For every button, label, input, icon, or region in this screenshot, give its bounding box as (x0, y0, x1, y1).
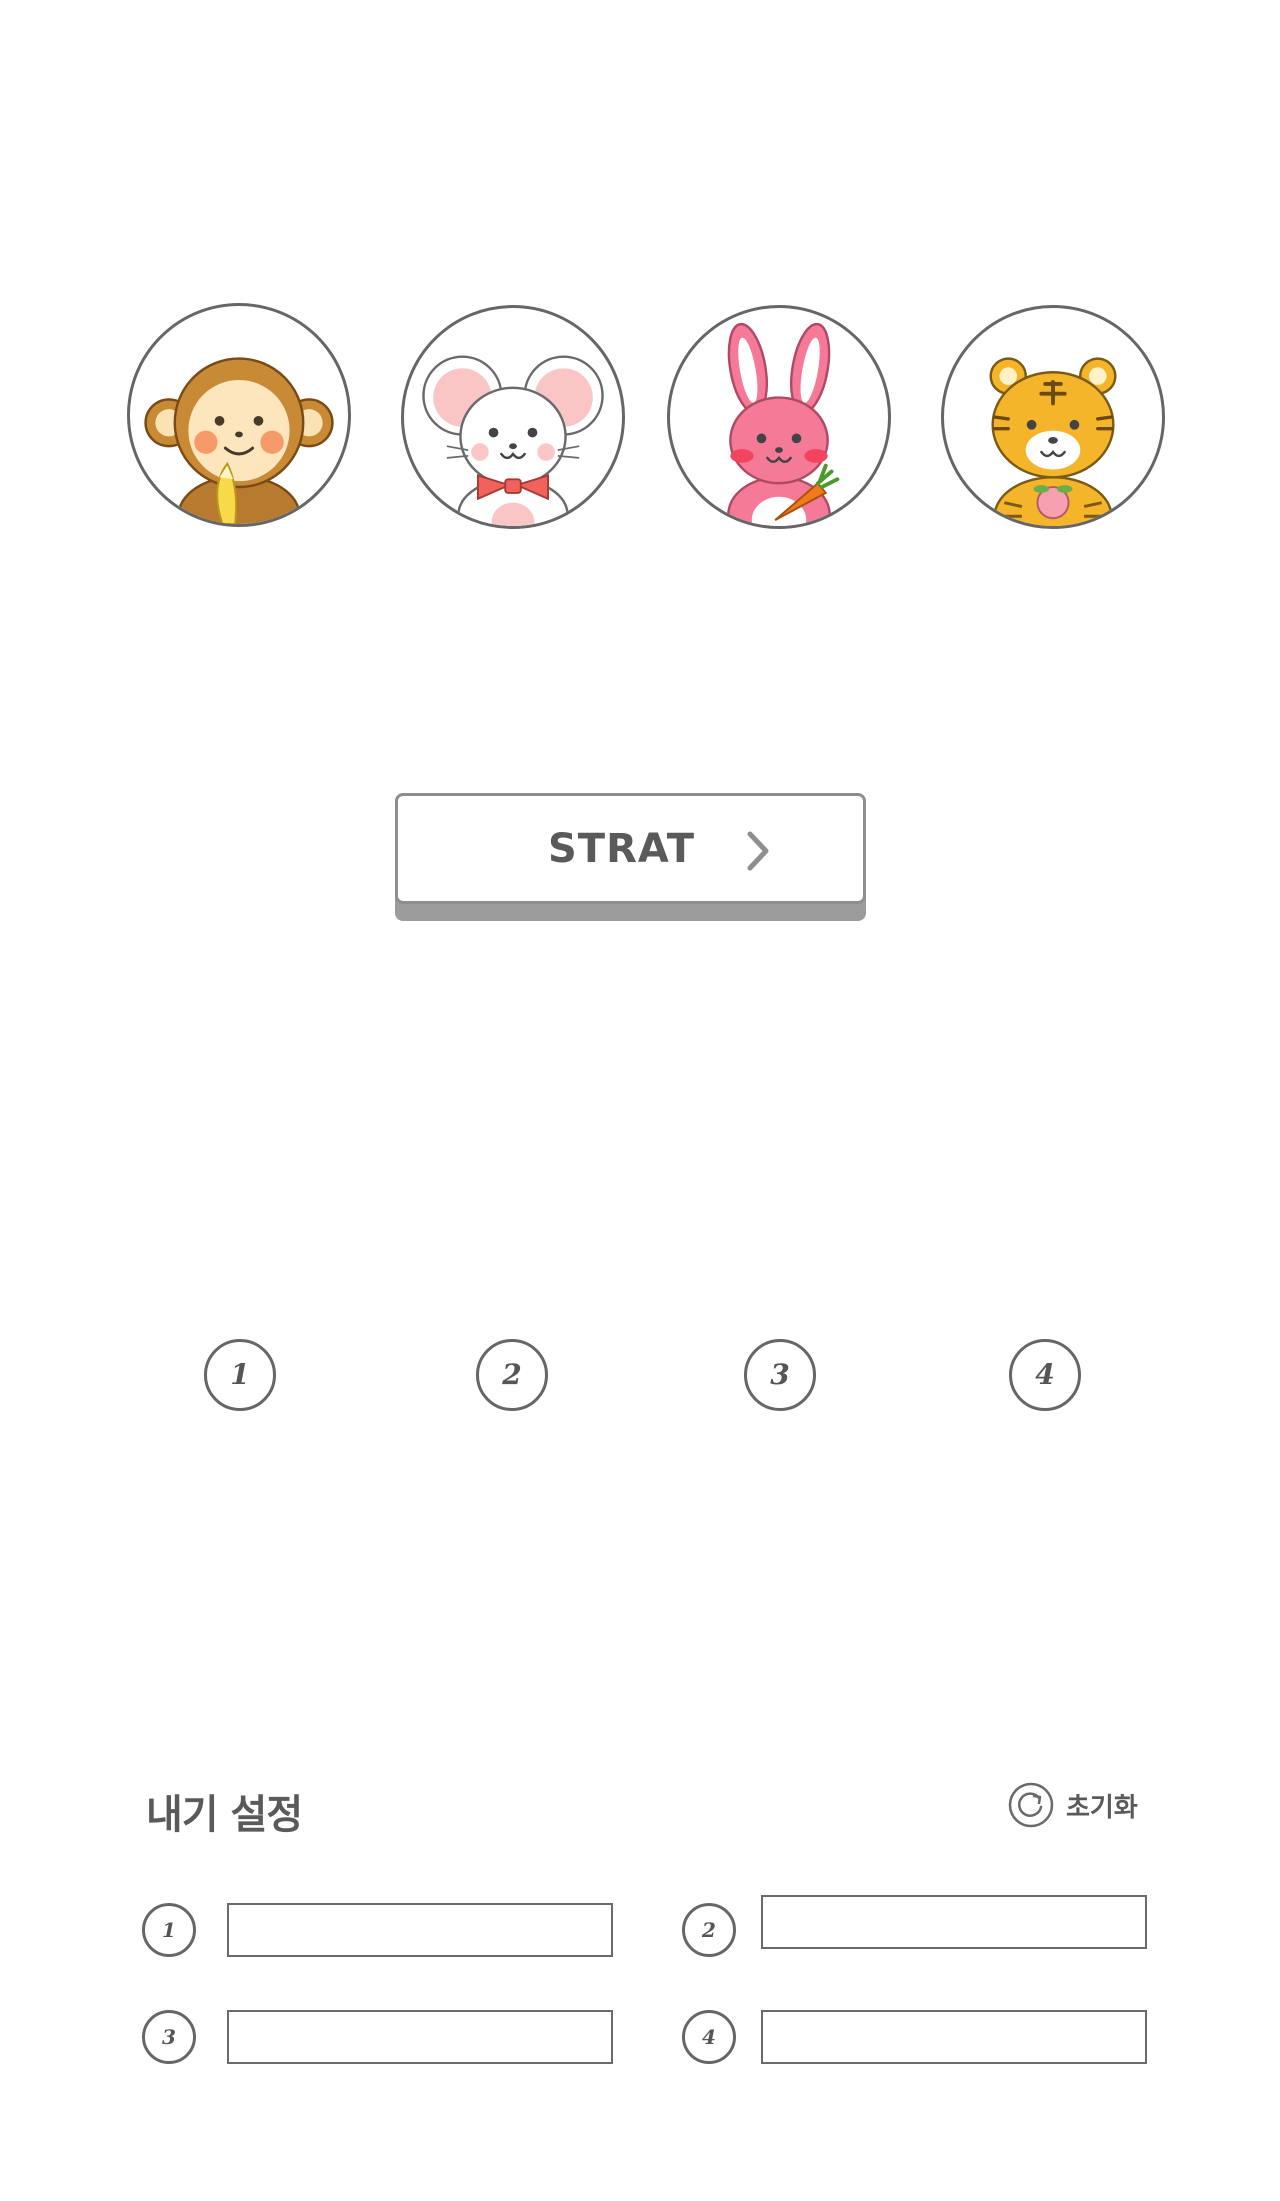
rabbit-icon (727, 322, 840, 526)
monkey-icon (144, 357, 334, 524)
reset-button[interactable]: 초기화 (1008, 1781, 1138, 1829)
tiger-icon (989, 357, 1117, 526)
tiger-avatar[interactable] (941, 305, 1165, 529)
bet-input-2[interactable] (761, 1895, 1147, 1949)
monkey-avatar[interactable] (127, 303, 351, 527)
bet-number-4: 4 (682, 2010, 736, 2064)
bet-input-1[interactable] (227, 1903, 613, 1957)
mouse-icon (422, 355, 604, 526)
player-number-1: 1 (204, 1339, 276, 1411)
refresh-icon (1008, 1782, 1054, 1828)
player-number-2: 2 (476, 1339, 548, 1411)
start-button-label: STRAT (548, 826, 696, 872)
rabbit-avatar[interactable] (667, 305, 891, 529)
bet-number-2: 2 (682, 1903, 736, 1957)
bet-input-4[interactable] (761, 2010, 1147, 2064)
start-button[interactable]: STRAT (395, 793, 866, 921)
bet-settings-title: 내기 설정 (146, 1792, 303, 1838)
chevron-right-icon (747, 831, 769, 871)
player-number-3: 3 (744, 1339, 816, 1411)
reset-label: 초기화 (1066, 1792, 1138, 1823)
player-number-4: 4 (1009, 1339, 1081, 1411)
bet-number-1: 1 (142, 1903, 196, 1957)
mouse-avatar[interactable] (401, 305, 625, 529)
bet-input-3[interactable] (227, 2010, 613, 2064)
start-button-face: STRAT (395, 793, 866, 904)
bet-number-3: 3 (142, 2010, 196, 2064)
